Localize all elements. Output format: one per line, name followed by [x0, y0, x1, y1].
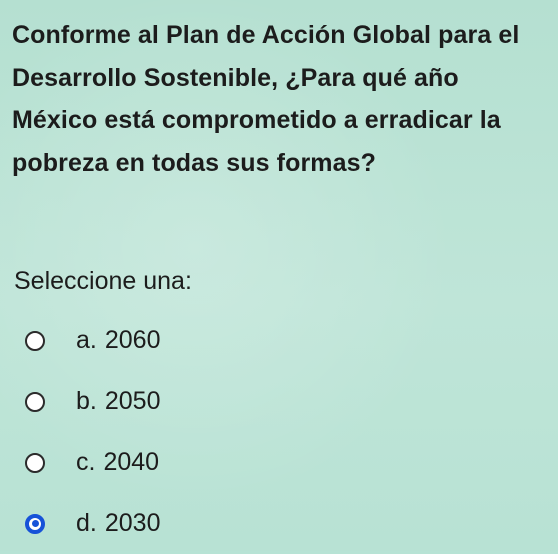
answer-options-list: a. 2060 b. 2050 c. 2040 d. 2030: [25, 310, 160, 554]
radio-button-option-d[interactable]: [25, 513, 45, 534]
question-text: Conforme al Plan de Acción Global para e…: [12, 21, 520, 177]
radio-button-option-b[interactable]: [25, 391, 45, 412]
option-c-value: 2040: [103, 448, 160, 476]
option-b-value: 2050: [104, 387, 161, 415]
option-d-letter: d.: [76, 509, 97, 537]
option-d-label[interactable]: d. 2030: [76, 509, 160, 538]
option-d-value: 2030: [104, 509, 161, 537]
radio-button-option-a[interactable]: [25, 330, 45, 351]
option-d[interactable]: d. 2030: [25, 493, 160, 554]
option-b-label[interactable]: b. 2050: [76, 387, 160, 416]
option-c[interactable]: c. 2040: [25, 432, 160, 493]
option-a-letter: a.: [76, 326, 97, 354]
option-c-letter: c.: [76, 448, 96, 476]
option-a[interactable]: a. 2060: [25, 310, 160, 371]
option-a-value: 2060: [104, 326, 161, 354]
option-c-label[interactable]: c. 2040: [76, 448, 159, 477]
option-a-label[interactable]: a. 2060: [76, 326, 160, 355]
option-b-letter: b.: [76, 387, 97, 415]
answer-prompt: Seleccione una:: [14, 267, 192, 295]
option-b[interactable]: b. 2050: [25, 371, 160, 432]
quiz-question-panel: Conforme al Plan de Acción Global para e…: [0, 0, 558, 551]
radio-button-option-c[interactable]: [25, 452, 45, 473]
